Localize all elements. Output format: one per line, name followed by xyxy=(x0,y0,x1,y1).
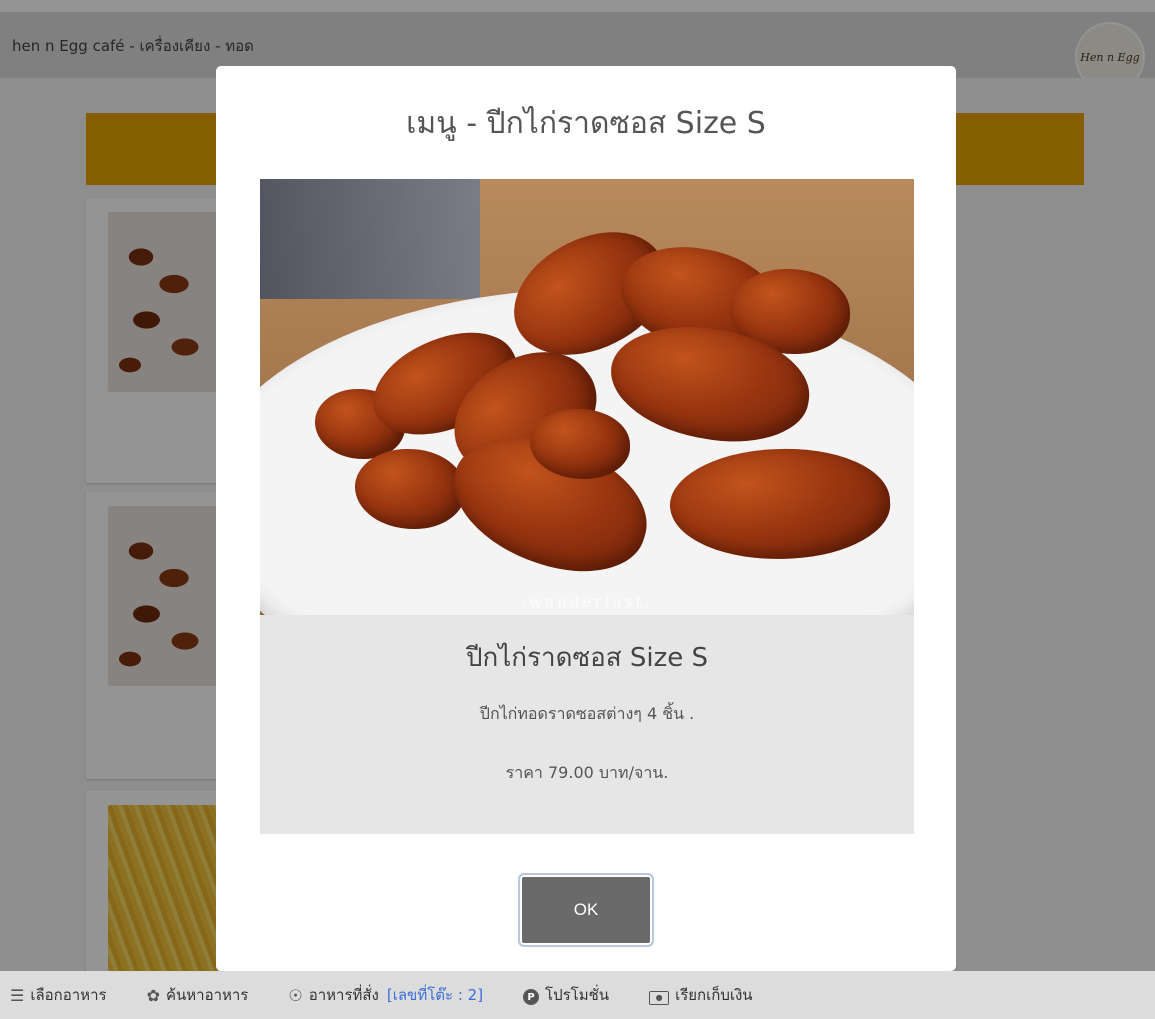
nav-label: เลือกอาหาร xyxy=(30,986,107,1004)
nav-label: โปรโมชั่น xyxy=(545,986,610,1004)
item-description: ปีกไก่ทอดราดซอสต่างๆ 4 ชิ้น . xyxy=(479,704,695,723)
modal-title: เมนู - ปีกไก่ราดซอส Size S xyxy=(406,106,766,141)
nav-promotion[interactable]: P โปรโมชั่น xyxy=(523,983,609,1007)
ok-button[interactable]: OK xyxy=(518,873,654,947)
dish-icon: ☉ xyxy=(288,985,303,1005)
table-number: [เลขที่โต๊ะ : 2] xyxy=(386,986,484,1004)
promotion-icon: P xyxy=(523,985,540,1006)
nav-label: ค้นหาอาหาร xyxy=(165,986,249,1004)
menu-item-modal: เมนู - ปีกไก่ราดซอส Size S .wanderlust. … xyxy=(216,66,956,971)
item-price: ราคา 79.00 บาท/จาน. xyxy=(505,763,669,782)
photo-background xyxy=(260,179,480,299)
item-name: ปีกไก่ราดซอส Size S xyxy=(465,643,709,673)
money-icon: ● xyxy=(649,985,670,1005)
photo-watermark: .wanderlust. xyxy=(521,593,653,611)
nav-label: เรียกเก็บเงิน xyxy=(675,986,753,1004)
nav-request-bill[interactable]: ● เรียกเก็บเงิน xyxy=(649,983,753,1007)
leaf-icon: ✿ xyxy=(146,985,160,1005)
nav-search-food[interactable]: ✿ ค้นหาอาหาร xyxy=(147,983,249,1007)
bottom-nav: ☰ เลือกอาหาร ✿ ค้นหาอาหาร ☉ อาหารที่สั่ง… xyxy=(0,971,1155,1019)
menu-icon: ☰ xyxy=(10,985,25,1005)
nav-ordered-food[interactable]: ☉ อาหารที่สั่ง [เลขที่โต๊ะ : 2] xyxy=(288,983,483,1007)
food-photo: .wanderlust. xyxy=(260,179,914,615)
item-info: ปีกไก่ราดซอส Size S ปีกไก่ทอดราดซอสต่างๆ… xyxy=(260,615,914,834)
nav-choose-food[interactable]: ☰ เลือกอาหาร xyxy=(10,983,107,1007)
nav-label: อาหารที่สั่ง xyxy=(308,986,379,1004)
